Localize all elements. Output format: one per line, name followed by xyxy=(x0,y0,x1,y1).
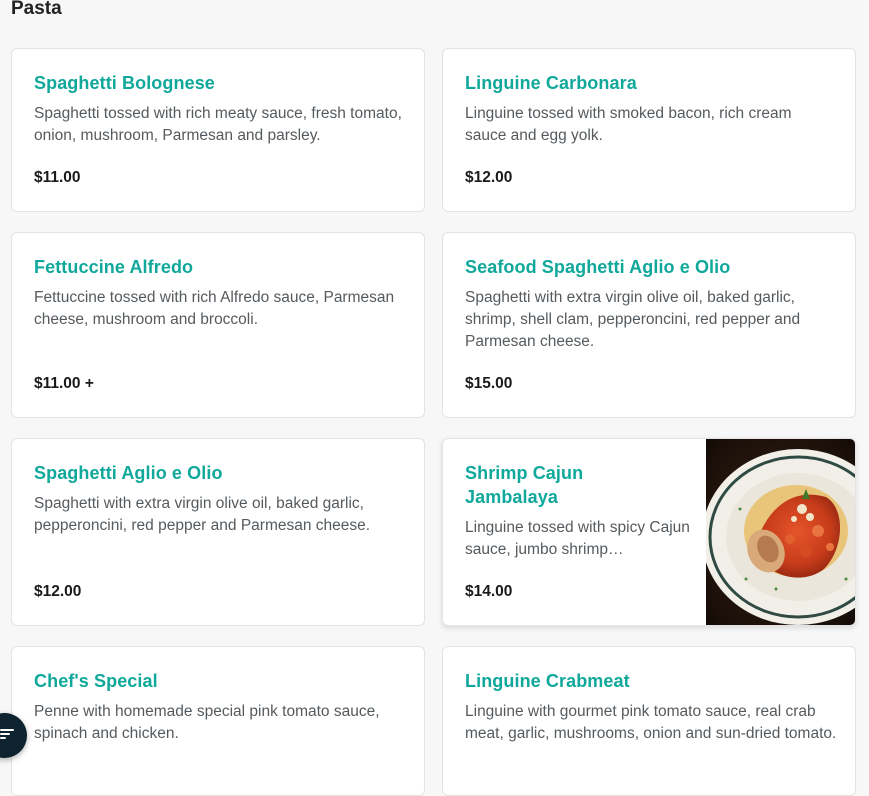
menu-item-card[interactable]: Spaghetti Aglio e Olio Spaghetti with ex… xyxy=(11,438,425,626)
menu-item-price: $11.00 xyxy=(34,169,81,186)
menu-item-card[interactable]: Chef's Special Penne with homemade speci… xyxy=(11,646,425,796)
menu-item-price: $12.00 xyxy=(465,169,513,186)
menu-item-price: $11.00 + xyxy=(34,375,94,392)
menu-item-name: Chef's Special xyxy=(34,671,158,691)
menu-item-description: Spaghetti with extra virgin olive oil, b… xyxy=(465,289,801,350)
menu-item-name: Linguine Crabmeat xyxy=(465,671,630,691)
filter-icon xyxy=(0,729,14,739)
menu-item-card[interactable]: Fettuccine Alfredo Fettuccine tossed wit… xyxy=(11,232,425,418)
menu-item-price: $15.00 xyxy=(465,375,513,392)
menu-item-price: $12.00 xyxy=(34,583,82,600)
menu-item-card[interactable]: Linguine Crabmeat Linguine with gourmet … xyxy=(442,646,856,796)
menu-item-name: Spaghetti Aglio e Olio xyxy=(34,463,223,483)
menu-item-name: Seafood Spaghetti Aglio e Olio xyxy=(465,257,731,277)
menu-item-description: Linguine tossed with spicy Cajun sauce, … xyxy=(465,519,690,558)
menu-item-name: Fettuccine Alfredo xyxy=(34,257,194,277)
menu-item-description: Linguine tossed with smoked bacon, rich … xyxy=(465,105,792,144)
menu-item-card[interactable]: Shrimp Cajun Jambalaya Linguine tossed w… xyxy=(442,438,856,626)
menu-item-name: Spaghetti Bolognese xyxy=(34,73,215,93)
menu-item-card[interactable]: Seafood Spaghetti Aglio e Olio Spaghetti… xyxy=(442,232,856,418)
menu-item-description: Penne with homemade special pink tomato … xyxy=(34,703,380,742)
menu-item-description: Spaghetti with extra virgin olive oil, b… xyxy=(34,495,371,534)
menu-item-name: Linguine Carbonara xyxy=(465,73,637,93)
menu-item-name: Shrimp Cajun Jambalaya xyxy=(465,463,584,507)
menu-item-card[interactable]: Linguine Carbonara Linguine tossed with … xyxy=(442,48,856,212)
menu-item-description: Spaghetti tossed with rich meaty sauce, … xyxy=(34,105,402,144)
dish-photo xyxy=(706,439,855,625)
menu-item-card[interactable]: Spaghetti Bolognese Spaghetti tossed wit… xyxy=(11,48,425,212)
menu-item-price: $14.00 xyxy=(465,583,513,600)
menu-item-description: Linguine with gourmet pink tomato sauce,… xyxy=(465,703,837,742)
menu-item-description: Fettuccine tossed with rich Alfredo sauc… xyxy=(34,289,395,328)
section-title: Pasta xyxy=(11,0,62,19)
